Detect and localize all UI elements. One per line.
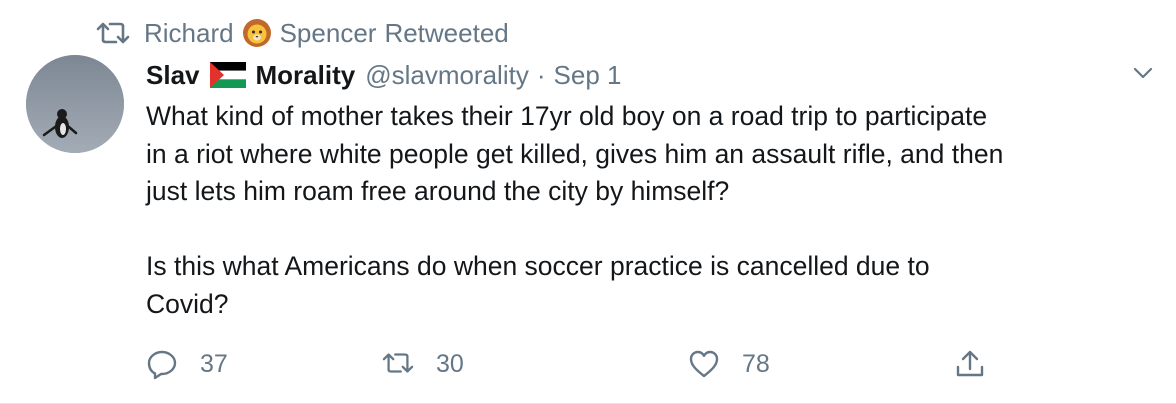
tweet-actions: 37 30 78	[146, 340, 1006, 388]
retweet-count: 30	[436, 349, 464, 378]
tweet-text-line: just lets him roam free around the city …	[146, 176, 730, 206]
retweeted-label: Retweeted	[384, 17, 509, 48]
reply-icon	[146, 348, 178, 380]
avatar[interactable]	[26, 55, 124, 153]
chevron-down-icon	[1131, 61, 1155, 90]
retweet-button[interactable]: 30	[382, 340, 464, 388]
share-icon	[954, 348, 986, 380]
like-button[interactable]: 78	[688, 340, 770, 388]
reply-count: 37	[200, 349, 228, 378]
tweet-text-line: What kind of mother takes their 17yr old…	[146, 101, 988, 131]
lion-face-emoji	[242, 18, 272, 48]
tweet-text-line: Is this what Americans do when soccer pr…	[146, 251, 930, 281]
reply-button[interactable]: 37	[146, 340, 228, 388]
share-button[interactable]	[954, 340, 1008, 388]
retweet-icon	[96, 18, 130, 48]
tweet-text-line: in a riot where white people get killed,…	[146, 138, 1004, 169]
author-handle[interactable]: @slavmorality	[365, 60, 529, 91]
heart-icon	[688, 348, 720, 380]
tweet-header: Slav Morality @slavmorality · Sep 1	[146, 58, 621, 92]
retweeter-name-second[interactable]: Spencer	[280, 18, 377, 49]
retweet-context: Richard Spencer Retweeted	[96, 16, 509, 50]
tweet-card[interactable]: Richard Spencer Retweeted Slav Morality …	[0, 0, 1176, 404]
author-name-first[interactable]: Slav	[146, 60, 200, 91]
header-separator: ·	[536, 59, 546, 90]
author-name-second[interactable]: Morality	[256, 60, 356, 91]
tweet-text-line: Covid?	[146, 288, 229, 319]
tweet-date[interactable]: Sep 1	[554, 60, 622, 91]
like-count: 78	[742, 349, 770, 378]
retweeter-name-first[interactable]: Richard	[144, 18, 234, 49]
more-options-button[interactable]	[1128, 60, 1158, 90]
palestine-flag-emoji	[209, 62, 246, 88]
retweet-action-icon	[382, 348, 414, 380]
penguin-avatar-image	[26, 55, 124, 153]
tweet-text: What kind of mother takes their 17yr old…	[146, 98, 1156, 323]
